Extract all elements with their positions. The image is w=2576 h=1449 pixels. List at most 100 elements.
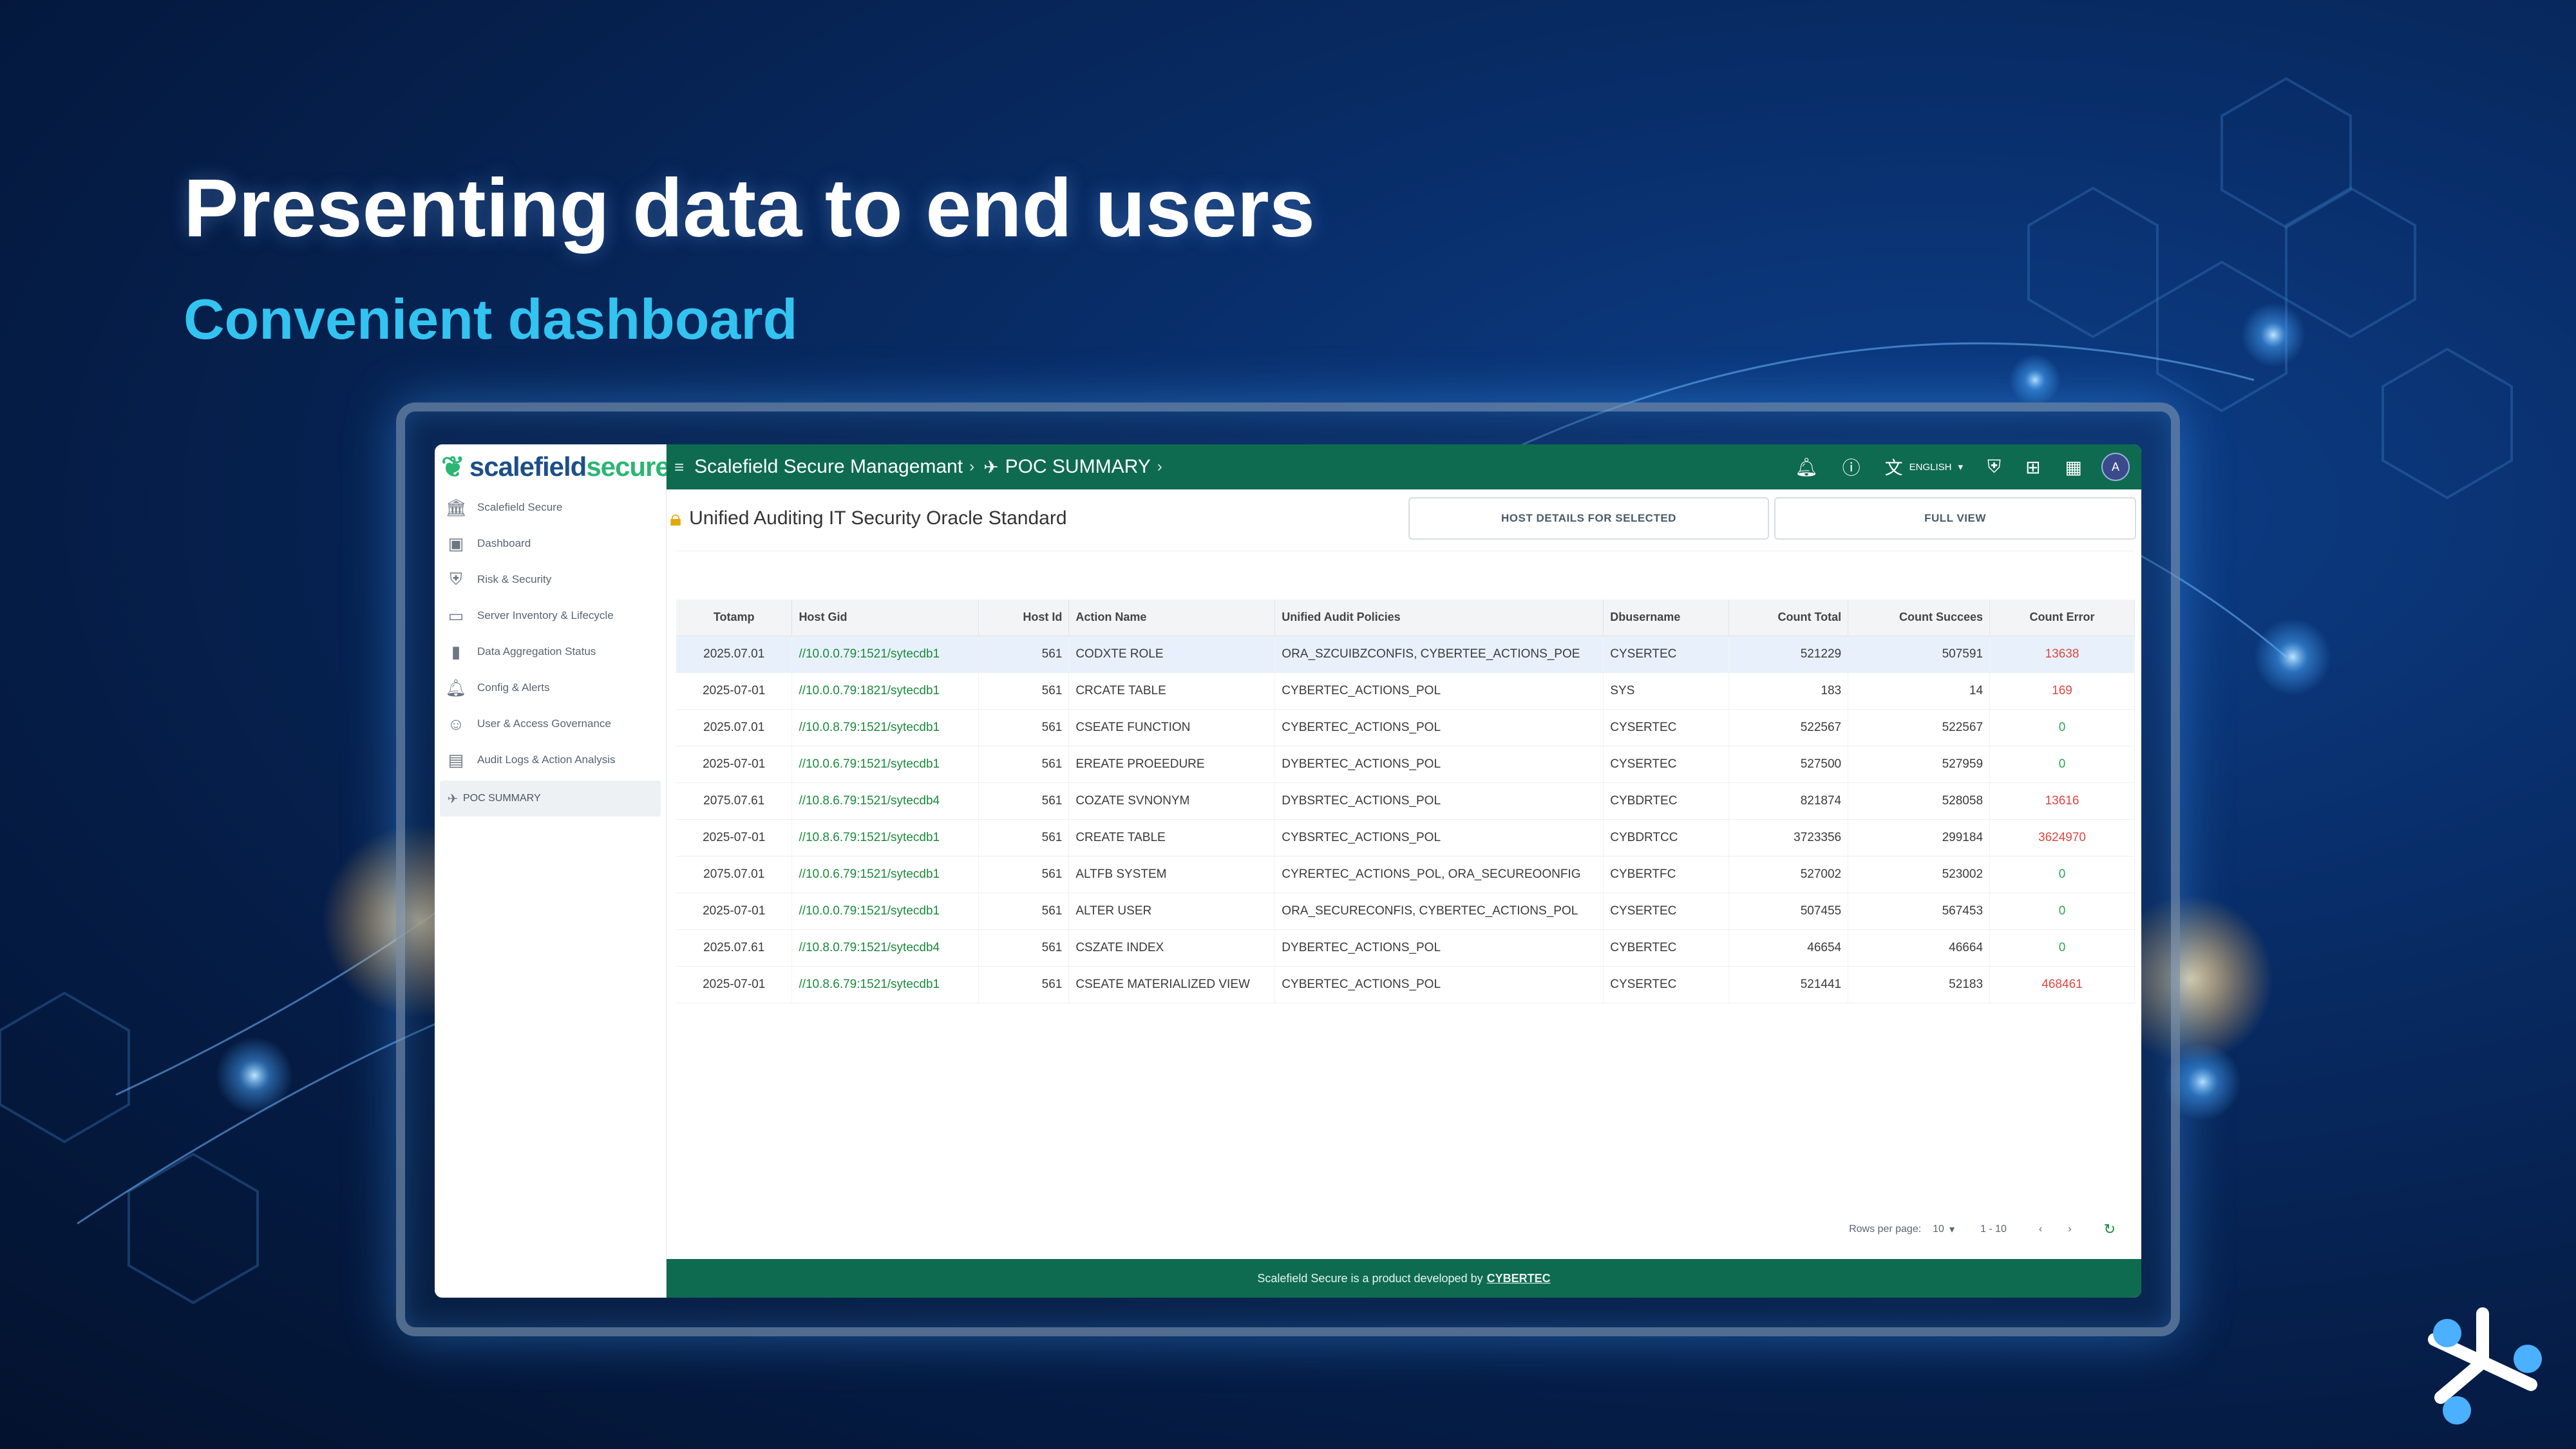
layout-icon[interactable]: ▦: [2065, 457, 2082, 478]
full-view-button[interactable]: FULL VIEW: [1774, 497, 2136, 540]
sidebar-item-dashboard[interactable]: ▣ Dashboard: [435, 526, 666, 562]
table-cell: 561: [978, 636, 1070, 673]
sidebar-item-data-aggregation[interactable]: ▮ Data Aggregation Status: [435, 634, 666, 670]
table-row[interactable]: 2025.07.61//10.8.0.79:1521/sytecdb4 561 CS…: [676, 929, 2135, 967]
sidebar-item-scalefield-secure[interactable]: 🏛 Scalefield Secure: [435, 489, 666, 526]
bell-icon: 🔔︎: [445, 677, 467, 697]
topbar-actions: 🔔︎ ⓘ 文 ENGLISH ▾ ⛨ ⊞ ▦ A: [1770, 453, 2141, 481]
table-cell[interactable]: //10.8.6.79:1521/sytecdb4: [791, 782, 980, 820]
column-header[interactable]: Totamp: [676, 600, 793, 636]
rows-per-page-select[interactable]: 10: [1933, 1224, 1944, 1235]
table-cell[interactable]: //10.0.6.79:1521/sytecdb1: [791, 856, 980, 893]
column-header[interactable]: Action Name: [1068, 600, 1276, 636]
table-cell: 561: [978, 856, 1070, 893]
footer-text: Scalefield Secure is a product developed…: [1257, 1271, 1483, 1285]
table-cell: 561: [978, 746, 1070, 783]
table-cell[interactable]: //10.8.0.79:1521/sytecdb4: [791, 929, 980, 967]
table-cell: 3624970: [1989, 819, 2135, 857]
chevron-down-icon[interactable]: ▾: [1958, 461, 1964, 473]
table-cell: 507455: [1728, 893, 1849, 930]
table-cell: 527500: [1728, 746, 1849, 783]
table-row[interactable]: 2025-07-01//10.0.6.79:1521/sytecdb1 561 ER…: [676, 746, 2135, 783]
chevron-down-icon[interactable]: ▾: [1949, 1223, 1955, 1236]
column-header[interactable]: Host Gid: [791, 600, 980, 636]
table-row[interactable]: 2025-07-01//10.0.0.79:1821/sytecdb1 561 CR…: [676, 672, 2135, 710]
table-cell: 13616: [1989, 782, 2135, 820]
table-cell: 2025.07.61: [676, 929, 793, 967]
table-cell[interactable]: //10.8.6.79:1521/sytecdb1: [791, 966, 980, 1003]
column-header[interactable]: Count Total: [1728, 600, 1849, 636]
table-cell: 2025-07-01: [676, 672, 793, 710]
table-cell: 561: [978, 782, 1070, 820]
chevron-right-icon[interactable]: ›: [2068, 1224, 2071, 1235]
table-cell: 527002: [1728, 856, 1849, 893]
table-cell[interactable]: //10.0.0.79:1521/sytecdb1: [791, 893, 980, 930]
table-row[interactable]: 2025-07-01//10.8.6.79:1521/sytecdb1 561 CR…: [676, 819, 2135, 857]
column-header[interactable]: Count Error: [1989, 600, 2135, 636]
translate-icon[interactable]: 文: [1885, 454, 1903, 480]
sidebar-item-user-access[interactable]: ☺ User & Access Governance: [435, 706, 666, 742]
table-cell[interactable]: //10.0.8.79:1521/sytecdb1: [791, 709, 980, 746]
table-row[interactable]: 2025-07-01//10.8.6.79:1521/sytecdb1 561 CS…: [676, 966, 2135, 1003]
help-icon[interactable]: ⓘ: [1842, 454, 1861, 480]
table-cell[interactable]: //10.0.0.79:1821/sytecdb1: [791, 672, 980, 710]
monitor-icon: ▭: [448, 605, 464, 625]
table-cell: COZATE SVNONYM: [1068, 782, 1276, 820]
table-cell: 2025-07-01: [676, 893, 793, 930]
grid-apps-icon[interactable]: ⊞: [2025, 457, 2040, 478]
table-cell: CODXTE ROLE: [1068, 636, 1276, 673]
table-cell: 528058: [1848, 782, 1991, 820]
table-cell: 2025-07-01: [676, 746, 793, 783]
table-header-row: Totamp Host Gid Host Id Action Name Unif…: [676, 600, 2135, 636]
table-cell: 0: [1989, 929, 2135, 967]
menu-icon[interactable]: ≡: [674, 457, 684, 477]
table-cell: 299184: [1848, 819, 1991, 857]
notification-bell-icon[interactable]: 🔔︎: [1795, 457, 1818, 478]
column-header[interactable]: Unified Audit Policies: [1274, 600, 1604, 636]
refresh-icon[interactable]: ↻: [2104, 1221, 2116, 1238]
security-shield-icon[interactable]: ⛨: [1987, 457, 2001, 478]
breadcrumb-current[interactable]: POC SUMMARY: [1005, 456, 1151, 478]
table-cell: 2025-07-01: [676, 819, 793, 857]
table-cell: SYS: [1603, 672, 1730, 710]
slide-subheadline: Convenient dashboard: [184, 287, 798, 351]
table-cell: 2075.07.61: [676, 782, 793, 820]
table-row[interactable]: 2075.07.61//10.8.6.79:1521/sytecdb4 561 CO…: [676, 782, 2135, 820]
table-cell: 2025.07.01: [676, 709, 793, 746]
app-logo[interactable]: ❦ scalefield secure: [435, 444, 670, 489]
table-row[interactable]: 2025.07.01//10.0.0.79:1521/sytecdb1 561 CO…: [676, 636, 2135, 673]
table-cell[interactable]: //10.0.6.79:1521/sytecdb1: [791, 746, 980, 783]
chevron-left-icon[interactable]: ‹: [2039, 1224, 2042, 1235]
table-cell[interactable]: //10.8.6.79:1521/sytecdb1: [791, 819, 980, 857]
table-cell: DYBERTEC_ACTIONS_POL: [1274, 929, 1604, 967]
column-header[interactable]: Count Succees: [1848, 600, 1991, 636]
sidebar-item-risk-security[interactable]: ⛨ Risk & Security: [435, 562, 666, 598]
table-row[interactable]: 2025-07-01//10.0.0.79:1521/sytecdb1 561 AL…: [676, 893, 2135, 930]
table-row[interactable]: 2025.07.01//10.0.8.79:1521/sytecdb1 561 CS…: [676, 709, 2135, 746]
table-cell: 183: [1728, 672, 1849, 710]
user-avatar[interactable]: A: [2101, 453, 2130, 481]
footer-brand-link[interactable]: CYBERTEC: [1487, 1272, 1551, 1285]
sidebar-item-audit-logs[interactable]: ▤ Audit Logs & Action Analysis: [435, 742, 666, 778]
rows-per-page-label: Rows per page:: [1849, 1224, 1922, 1235]
lock-icon: 🔒︎: [670, 506, 682, 531]
table-cell: 468461: [1989, 966, 2135, 1003]
table-cell: CYSERTEC: [1603, 966, 1730, 1003]
sidebar-item-config-alerts[interactable]: 🔔︎ Config & Alerts: [435, 670, 666, 706]
language-selector[interactable]: ENGLISH: [1909, 462, 1952, 473]
sidebar-item-server-inventory[interactable]: ▭ Server Inventory & Lifecycle: [435, 598, 666, 634]
column-header[interactable]: Host Id: [978, 600, 1070, 636]
sidebar-item-poc-summary[interactable]: ✈ POC SUMMARY: [440, 781, 661, 817]
table-cell: 0: [1989, 893, 2135, 930]
table-cell: 522567: [1848, 709, 1991, 746]
table-cell: CYSERTEC: [1603, 746, 1730, 783]
host-details-button[interactable]: HOST DETAILS FOR SELECTED: [1408, 497, 1769, 540]
table-cell: CYBSRTEC_ACTIONS_POL: [1274, 819, 1604, 857]
breadcrumb-separator: ›: [1157, 458, 1162, 475]
table-cell: 2025.07.01: [676, 636, 793, 673]
table-cell[interactable]: //10.0.0.79:1521/sytecdb1: [791, 636, 980, 673]
breadcrumb-root[interactable]: Scalefield Secure Managemant: [694, 456, 963, 478]
column-header[interactable]: Dbusername: [1603, 600, 1730, 636]
table-cell: 46654: [1728, 929, 1849, 967]
table-row[interactable]: 2075.07.01//10.0.6.79:1521/sytecdb1 561 AL…: [676, 856, 2135, 893]
